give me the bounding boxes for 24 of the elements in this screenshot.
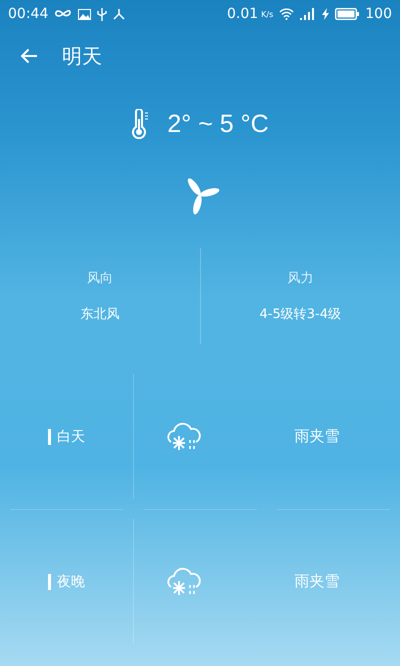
battery-icon	[335, 8, 360, 20]
weather-condition: 雨夹雪	[294, 572, 340, 591]
image-icon	[78, 8, 92, 20]
usb-icon	[97, 8, 108, 20]
signal-icon	[300, 8, 316, 20]
wind-label: 风向	[86, 270, 113, 287]
speed-unit: K/s	[261, 10, 274, 18]
network-speed: 0.01	[226, 6, 258, 22]
back-arrow-icon	[20, 48, 38, 64]
wind-value: 4-5级转3-4级	[260, 306, 341, 323]
battery-percent: 100	[365, 6, 392, 22]
share-icon	[113, 8, 126, 20]
status-time: 00:44	[8, 6, 48, 22]
thermometer-icon	[131, 109, 150, 139]
infinity-icon	[54, 9, 72, 19]
page-title: 明天	[62, 42, 102, 70]
temperature-range: 2° ~ 5 °C	[167, 110, 269, 138]
charging-icon	[322, 8, 330, 20]
period-label: 夜晚	[57, 572, 85, 590]
period-label: 白天	[57, 428, 85, 446]
wifi-icon	[279, 8, 294, 20]
wind-value: 东北风	[80, 306, 120, 323]
weather-condition: 雨夹雪	[294, 427, 340, 446]
wind-label: 风力	[287, 270, 314, 287]
